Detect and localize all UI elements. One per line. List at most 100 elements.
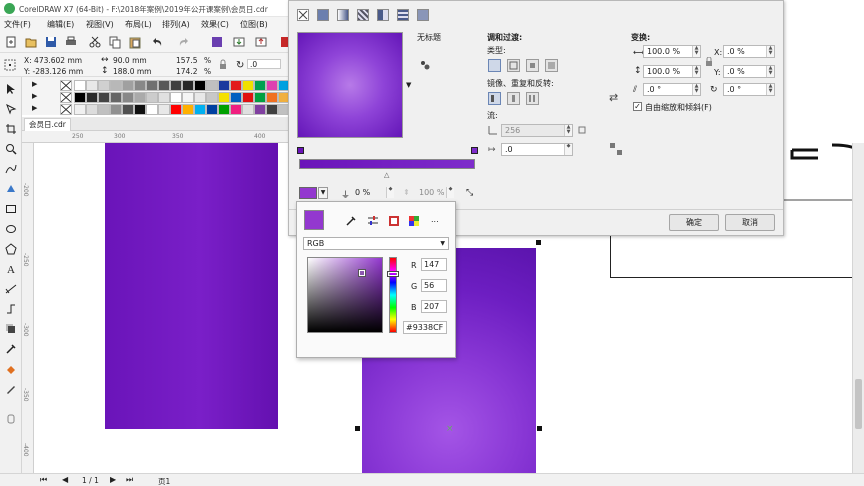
palette-swatch[interactable] [134, 92, 146, 103]
conical-fountain-icon[interactable] [526, 59, 539, 72]
selection-handle-middle-right[interactable] [537, 426, 542, 431]
acceleration-spinner[interactable]: ◆ [564, 144, 572, 155]
palette-swatch[interactable] [218, 80, 230, 91]
palette-swatch[interactable] [122, 92, 134, 103]
shape-tool-icon[interactable] [5, 103, 17, 115]
ellipse-tool-icon[interactable] [5, 223, 17, 235]
fill-width-field[interactable]: 100.0 % ▲ ▼ [643, 45, 701, 58]
palette-swatch[interactable] [230, 104, 242, 115]
connector-tool-icon[interactable] [5, 303, 17, 315]
search-content-icon[interactable] [210, 35, 224, 49]
midpoint-slider-icon[interactable]: △ [384, 171, 389, 179]
last-page-icon[interactable]: ⏭ [126, 475, 133, 485]
save-preset-icon[interactable] [419, 59, 431, 71]
gradient-bar[interactable] [299, 159, 475, 169]
fountain-fill-icon[interactable] [337, 9, 349, 21]
color-field-cursor[interactable] [359, 270, 365, 276]
color-palettes-icon[interactable] [408, 215, 420, 227]
open-icon[interactable] [24, 35, 38, 49]
menu-effects[interactable]: 效果(C) [201, 19, 229, 30]
hex-input[interactable]: #9338CF [403, 321, 447, 334]
outline-pen-icon[interactable] [5, 383, 17, 395]
palette-swatch[interactable] [254, 92, 266, 103]
palette-swatch[interactable] [146, 80, 158, 91]
free-scale-checkbox[interactable]: ✓ [633, 102, 642, 111]
lock-aspect-icon[interactable] [705, 56, 713, 67]
node-position-spinner[interactable]: ◆ [446, 187, 454, 198]
selection-handle-top-right[interactable] [536, 240, 541, 245]
green-input[interactable]: 56 [421, 279, 447, 292]
palette-swatch[interactable] [86, 80, 98, 91]
eyedropper-icon[interactable] [345, 215, 357, 227]
x-offset-spinner[interactable]: ▲ ▼ [766, 46, 774, 57]
vertical-scrollbar[interactable] [852, 143, 864, 473]
fill-height-spinner[interactable]: ▲ ▼ [692, 66, 700, 77]
no-color-swatch[interactable] [60, 80, 72, 91]
new-document-icon[interactable] [4, 35, 18, 49]
uniform-fill-icon[interactable] [317, 9, 329, 21]
steps-spinner[interactable]: ▲ ▼ [564, 125, 572, 136]
print-icon[interactable] [64, 35, 78, 49]
text-tool-icon[interactable]: A [5, 263, 17, 276]
two-color-pattern-fill-icon[interactable] [397, 9, 409, 21]
palette-swatch[interactable] [98, 92, 110, 103]
color-saturation-field[interactable] [307, 257, 383, 333]
palette-swatch[interactable] [158, 92, 170, 103]
palette-swatch[interactable] [194, 104, 206, 115]
lock-steps-icon[interactable] [577, 125, 587, 135]
node-color-dropdown-icon[interactable]: ▼ [318, 187, 328, 199]
preview-dropdown-icon[interactable]: ▼ [406, 81, 411, 89]
undo-icon[interactable] [150, 35, 164, 49]
palette-swatch[interactable] [122, 80, 134, 91]
fill-width-spinner[interactable]: ▲ ▼ [692, 46, 700, 57]
menu-view[interactable]: 视图(V) [86, 19, 114, 30]
palette-swatch[interactable] [206, 80, 218, 91]
menu-edit[interactable]: 编辑(E) [47, 19, 74, 30]
fill-height-field[interactable]: 100.0 % ▲ ▼ [643, 65, 701, 78]
default-fill-icon[interactable] [488, 92, 501, 105]
acceleration-field[interactable]: .0 ◆ [501, 143, 573, 156]
palette-swatch[interactable] [74, 80, 86, 91]
blue-input[interactable]: 207 [421, 300, 447, 313]
object-width[interactable]: 90.0 mm [113, 56, 147, 65]
hand-tool-icon[interactable] [5, 413, 17, 425]
palette-swatch[interactable] [170, 104, 182, 115]
palette-scroll-icon[interactable]: ▶ [32, 80, 37, 88]
red-input[interactable]: 147 [421, 258, 447, 271]
no-fill-icon[interactable] [297, 9, 309, 21]
redo-icon[interactable] [177, 35, 191, 49]
palette-swatch[interactable] [170, 92, 182, 103]
x-offset-field[interactable]: .0 % ▲ ▼ [723, 45, 775, 58]
rotation-angle-field[interactable]: .0 [247, 59, 281, 69]
palette-swatch[interactable] [242, 104, 254, 115]
palette-swatch[interactable] [146, 104, 158, 115]
more-options-button[interactable]: ... [431, 215, 439, 224]
palette-swatch[interactable] [110, 80, 122, 91]
repeat-icon[interactable] [526, 92, 539, 105]
color-model-select[interactable]: RGB ▼ [303, 237, 449, 250]
palette-swatch[interactable] [266, 92, 278, 103]
paste-icon[interactable] [128, 35, 142, 49]
steps-field[interactable]: 256 ▲ ▼ [501, 124, 573, 137]
palette-swatch[interactable] [170, 80, 182, 91]
texture-fill-icon[interactable] [417, 9, 429, 21]
palette-swatch[interactable] [194, 92, 206, 103]
rectangular-fountain-icon[interactable] [545, 59, 558, 72]
palette-swatch[interactable] [158, 80, 170, 91]
menu-file[interactable]: 文件(F) [4, 19, 31, 30]
node-color-swatch[interactable] [299, 187, 317, 199]
ok-button[interactable]: 确定 [669, 214, 719, 231]
palette-swatch[interactable] [74, 92, 86, 103]
reverse-fill-icon[interactable]: ⇄ [609, 91, 618, 104]
next-page-icon[interactable]: ▶ [110, 475, 116, 484]
repeat-mirror-icon[interactable] [507, 92, 520, 105]
palette-swatch[interactable] [218, 92, 230, 103]
palette-swatch[interactable] [182, 92, 194, 103]
fill-preview[interactable] [297, 32, 403, 138]
palette-swatch[interactable] [218, 104, 230, 115]
document-tab[interactable]: 会员日.cdr [24, 118, 71, 131]
hue-slider[interactable] [388, 257, 398, 333]
color-viewer-icon[interactable] [388, 215, 400, 227]
cancel-button[interactable]: 取消 [725, 214, 775, 231]
node-position-field[interactable]: 100 % ◆ [415, 186, 455, 199]
